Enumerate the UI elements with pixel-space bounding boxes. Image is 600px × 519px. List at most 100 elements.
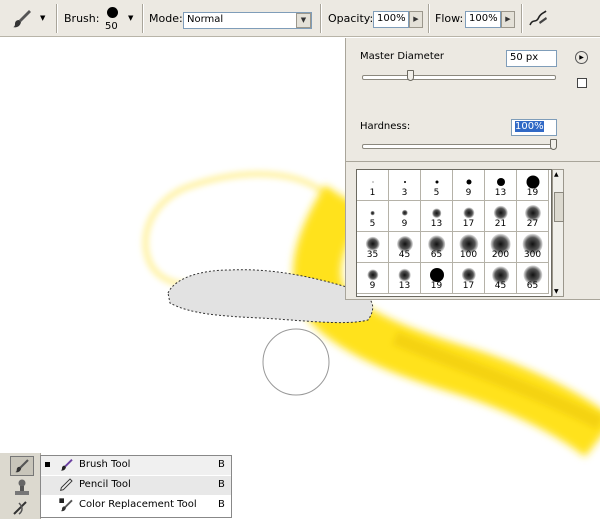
- mode-select[interactable]: Normal ▼: [183, 12, 312, 29]
- brush-preset-cell[interactable]: 19: [421, 263, 453, 294]
- brush-preset-cell[interactable]: 13: [485, 170, 517, 201]
- brush-preset-cell[interactable]: 27: [517, 201, 549, 232]
- brush-tip-preview: [372, 181, 373, 183]
- airbrush-icon[interactable]: [527, 8, 549, 30]
- brush-preset-size: 1: [369, 188, 376, 198]
- hardness-slider[interactable]: [362, 144, 556, 149]
- master-diameter-slider[interactable]: [362, 75, 556, 80]
- brush-preset-size: 45: [398, 250, 411, 260]
- master-diameter-label: Master Diameter: [360, 51, 445, 62]
- brush-preset-size: 9: [369, 281, 376, 291]
- brush-preset-cell[interactable]: 21: [485, 201, 517, 232]
- brush-preset-cell[interactable]: 65: [421, 232, 453, 263]
- master-diameter-slider-thumb[interactable]: [407, 70, 414, 81]
- brush-tip-preview: [398, 268, 411, 282]
- brush-preset-size: 9: [401, 219, 408, 229]
- brush-preset-size: 45: [494, 281, 507, 291]
- brush-preset-cell[interactable]: 65: [517, 263, 549, 294]
- flow-input[interactable]: 100%: [465, 11, 501, 28]
- brush-preset-cell[interactable]: 3: [389, 170, 421, 201]
- brush-preset-cell[interactable]: 5: [421, 170, 453, 201]
- brush-preset-cell[interactable]: 1: [357, 170, 389, 201]
- brush-preset-picker[interactable]: 50 ▼: [100, 4, 138, 34]
- brush-preset-cell[interactable]: 35: [357, 232, 389, 263]
- brush-preset-cell[interactable]: 5: [357, 201, 389, 232]
- brush-preset-size: 13: [494, 188, 507, 198]
- brush-preset-cell[interactable]: 13: [421, 201, 453, 232]
- master-diameter-input[interactable]: 50 px: [506, 50, 557, 67]
- brush-preset-cell[interactable]: 9: [453, 170, 485, 201]
- brush-preset-cell[interactable]: 45: [389, 232, 421, 263]
- brush-preset-panel: Master Diameter 50 px ▶ Hardness: 100% 1…: [345, 38, 600, 300]
- brush-tip-preview: [462, 207, 475, 219]
- brush-size-value: 50: [105, 21, 118, 32]
- brush-preset-cell[interactable]: 200: [485, 232, 517, 263]
- brush-cursor: [262, 328, 330, 396]
- brush-tip-preview: [435, 180, 438, 184]
- brush-preset-cell[interactable]: 300: [517, 232, 549, 263]
- clone-stamp-icon[interactable]: [11, 478, 33, 498]
- brush-tip-preview: [496, 178, 505, 186]
- brush-preset-size: 19: [430, 281, 443, 291]
- hardness-label: Hardness:: [360, 121, 411, 132]
- divider: [428, 4, 429, 33]
- brush-preset-cell[interactable]: 45: [485, 263, 517, 294]
- scroll-down-icon[interactable]: ▼: [554, 288, 559, 295]
- brush-preset-cell[interactable]: 9: [357, 263, 389, 294]
- flyout-item-color-replacement-tool[interactable]: Color Replacement Tool B: [41, 496, 231, 515]
- brush-tip-preview: [466, 179, 471, 185]
- brush-icon: [60, 459, 73, 471]
- brush-preset-cell[interactable]: 17: [453, 263, 485, 294]
- tool-preset-picker[interactable]: ▼: [4, 5, 52, 32]
- marquee-selection: [167, 269, 373, 324]
- brush-tip-preview: [401, 209, 408, 217]
- brush-preset-size: 13: [430, 219, 443, 229]
- dropdown-arrow-icon: ▼: [40, 14, 46, 22]
- opacity-slider-button[interactable]: ▶: [409, 11, 423, 28]
- brush-tip-preview: [431, 208, 442, 218]
- brush-preset-size: 65: [526, 281, 539, 291]
- options-bar: ▼ Brush: 50 ▼ Mode: Normal ▼ Opacity: 10…: [0, 0, 600, 37]
- brush-preset-size: 35: [366, 250, 379, 260]
- flyout-item-label: Brush Tool: [79, 459, 131, 470]
- dropdown-arrow-icon: ▼: [128, 14, 134, 22]
- brush-tip-preview: [366, 269, 379, 281]
- hardness-slider-thumb[interactable]: [550, 139, 557, 150]
- opacity-label: Opacity:: [328, 12, 374, 25]
- brush-preset-cell[interactable]: 17: [453, 201, 485, 232]
- brush-preset-size: 17: [462, 281, 475, 291]
- flyout-item-label: Color Replacement Tool: [79, 499, 197, 510]
- brush-preset-size: 5: [433, 188, 440, 198]
- brush-preset-grid: 1 3 5 9 13 19 5 9 13 17 21 27 35 45 65 100 200 300 9 13 19 17…: [356, 169, 552, 297]
- scroll-thumb[interactable]: [554, 192, 564, 222]
- brush-preset-cell[interactable]: 19: [517, 170, 549, 201]
- brush-preset-size: 17: [462, 219, 475, 229]
- brush-preset-size: 13: [398, 281, 411, 291]
- divider: [142, 4, 143, 33]
- brush-preset-size: 200: [491, 250, 510, 260]
- brush-preset-cell[interactable]: 9: [389, 201, 421, 232]
- brush-preset-cell[interactable]: 100: [453, 232, 485, 263]
- opacity-input[interactable]: 100%: [373, 11, 409, 28]
- brush-tip-preview: [370, 210, 375, 216]
- chevron-down-icon[interactable]: ▼: [296, 13, 311, 28]
- brush-preset-cell[interactable]: 13: [389, 263, 421, 294]
- brush-preset-size: 19: [526, 188, 539, 198]
- preset-scrollbar[interactable]: ▲ ▼: [552, 169, 564, 297]
- scroll-up-icon[interactable]: ▲: [554, 171, 559, 178]
- panel-menu-icon[interactable]: ▶: [575, 51, 588, 64]
- save-preset-icon[interactable]: [577, 78, 587, 88]
- history-brush-icon[interactable]: [11, 499, 33, 517]
- flyout-item-pencil-tool[interactable]: Pencil Tool B: [41, 476, 231, 495]
- brush-tip-preview: [526, 175, 539, 189]
- flow-slider-button[interactable]: ▶: [501, 11, 515, 28]
- flyout-item-shortcut: B: [218, 479, 225, 490]
- brush-tool-icon: [13, 10, 31, 28]
- flyout-item-brush-tool[interactable]: Brush Tool B: [41, 456, 231, 475]
- brush-preset-size: 3: [401, 188, 408, 198]
- brush-preset-size: 65: [430, 250, 443, 260]
- brush-label: Brush:: [64, 12, 100, 25]
- brush-tool-button[interactable]: [10, 456, 34, 476]
- hardness-input[interactable]: 100%: [511, 119, 557, 136]
- flow-label: Flow:: [435, 12, 464, 25]
